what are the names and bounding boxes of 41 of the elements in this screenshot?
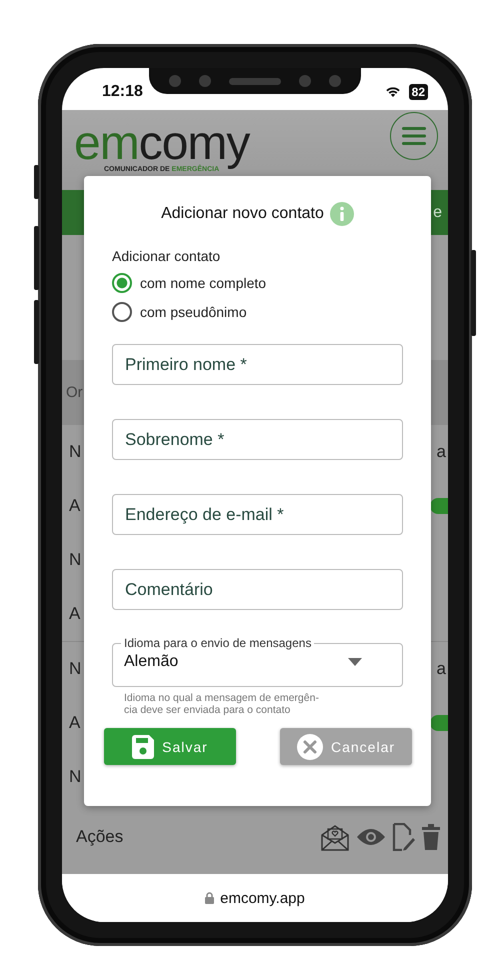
radio-button[interactable] <box>112 273 132 293</box>
radio-button[interactable] <box>112 302 132 322</box>
radio-option[interactable]: com pseudônimo <box>112 302 247 322</box>
wifi-icon <box>384 86 401 98</box>
list-header-text: Or <box>66 384 83 401</box>
close-icon <box>296 734 323 760</box>
row-label: A <box>69 604 80 624</box>
eye-icon[interactable] <box>356 827 386 847</box>
banner-text: e <box>433 204 442 222</box>
row-value: a <box>436 442 446 462</box>
envelope-heart-icon[interactable] <box>320 823 350 851</box>
toggle-switch[interactable] <box>430 498 448 514</box>
row-label: A <box>69 496 80 516</box>
helper-text: Idioma no qual a mensagem de emergên- cia deve ser enviada para o contato <box>124 692 320 716</box>
dialog-title: Adicionar novo contato <box>161 205 324 223</box>
input-field[interactable]: Endereço de e-mail * <box>112 494 403 535</box>
input-field[interactable]: Primeiro nome * <box>112 344 403 385</box>
toggle-switch[interactable] <box>430 715 448 731</box>
row-label: N <box>69 767 82 787</box>
battery-level: 82 <box>408 84 428 100</box>
language-select[interactable]: Idioma para o envio de mensagens Alemão <box>112 636 403 687</box>
row-value: a <box>436 659 446 679</box>
input-field[interactable]: Comentário <box>112 569 403 610</box>
actions-label: Ações <box>76 827 124 847</box>
select-value: Alemão <box>124 653 178 671</box>
lock-icon <box>205 892 214 904</box>
radio-option[interactable]: com nome completo <box>112 273 266 293</box>
row-label: N <box>69 550 82 570</box>
group-label: Adicionar contato <box>112 248 222 264</box>
row-label: N <box>69 442 82 462</box>
row-label: A <box>69 713 80 733</box>
url-text: emcomy.app <box>220 890 305 906</box>
row-label: N <box>69 659 82 679</box>
menu-icon <box>402 127 426 145</box>
select-label: Idioma para o envio de mensagens <box>123 636 312 650</box>
edit-document-icon[interactable] <box>392 823 416 851</box>
caret-icon <box>348 658 362 666</box>
trash-icon[interactable] <box>422 824 440 850</box>
input-field[interactable]: Sobrenome * <box>112 419 403 460</box>
menu-button[interactable] <box>390 112 438 160</box>
status-time: 12:18 <box>102 83 143 101</box>
